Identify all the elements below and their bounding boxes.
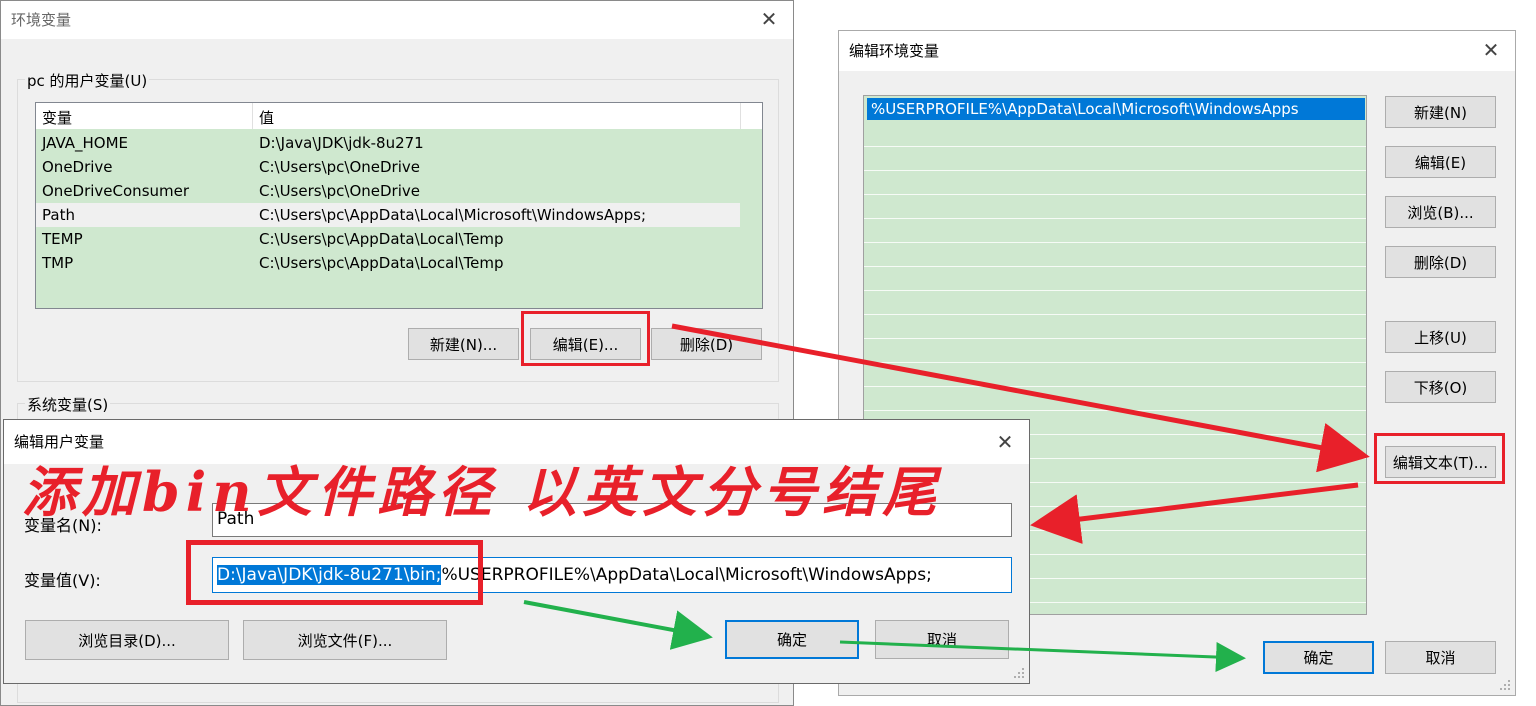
empty-row-divider [864, 242, 1366, 243]
row-value: C:\Users\pc\AppData\Local\Temp [259, 230, 504, 248]
highlight-edit-button [521, 311, 650, 366]
table-row[interactable]: TEMP C:\Users\pc\AppData\Local\Temp [36, 227, 762, 251]
column-header-name[interactable]: 变量 [42, 107, 72, 128]
row-name: OneDriveConsumer [42, 182, 190, 200]
row-name: TEMP [42, 230, 83, 248]
move-up-button[interactable]: 上移(U) [1385, 321, 1496, 353]
empty-row-divider [864, 362, 1366, 363]
new-entry-button[interactable]: 新建(N) [1385, 96, 1496, 128]
row-name: TMP [42, 254, 74, 272]
column-header-value[interactable]: 值 [259, 107, 274, 128]
highlight-edit-text-button [1374, 433, 1505, 484]
row-name: JAVA_HOME [42, 134, 129, 152]
table-row[interactable]: OneDriveConsumer C:\Users\pc\OneDrive [36, 179, 762, 203]
resize-grip-icon[interactable] [1013, 667, 1025, 679]
var-value-rest-text: %USERPROFILE%\AppData\Local\Microsoft\Wi… [441, 565, 932, 585]
edit-env-var-titlebar: 编辑环境变量 [839, 31, 1515, 71]
row-value: C:\Users\pc\OneDrive [259, 158, 420, 176]
delete-entry-button[interactable]: 删除(D) [1385, 246, 1496, 278]
close-icon[interactable]: ✕ [759, 9, 779, 29]
table-header: 变量 值 [36, 103, 762, 129]
cancel-button[interactable]: 取消 [875, 620, 1009, 659]
row-name: OneDrive [42, 158, 113, 176]
env-vars-titlebar: 环境变量 [1, 1, 793, 39]
row-name: Path [42, 206, 75, 224]
empty-row-divider [864, 218, 1366, 219]
table-row[interactable]: JAVA_HOME D:\Java\JDK\jdk-8u271 [36, 131, 762, 155]
ok-button[interactable]: 确定 [725, 620, 859, 659]
browse-file-button[interactable]: 浏览文件(F)... [243, 620, 447, 660]
close-icon[interactable]: ✕ [995, 432, 1015, 452]
path-entry-selected[interactable]: %USERPROFILE%\AppData\Local\Microsoft\Wi… [867, 98, 1365, 120]
user-vars-group-label: pc 的用户变量(U) [25, 70, 150, 91]
row-value: C:\Users\pc\OneDrive [259, 182, 420, 200]
env-vars-title: 环境变量 [11, 11, 72, 29]
browse-directory-button[interactable]: 浏览目录(D)... [25, 620, 229, 660]
empty-row-divider [864, 338, 1366, 339]
empty-row-divider [864, 170, 1366, 171]
edit-entry-button[interactable]: 编辑(E) [1385, 146, 1496, 178]
cancel-button[interactable]: 取消 [1385, 641, 1496, 674]
highlight-bin-path [186, 540, 483, 605]
table-row[interactable]: OneDrive C:\Users\pc\OneDrive [36, 155, 762, 179]
move-down-button[interactable]: 下移(O) [1385, 371, 1496, 403]
browse-entry-button[interactable]: 浏览(B)... [1385, 196, 1496, 228]
row-value: C:\Users\pc\AppData\Local\Temp [259, 254, 504, 272]
user-vars-table[interactable]: 变量 值 JAVA_HOME D:\Java\JDK\jdk-8u271 One… [35, 102, 763, 309]
resize-grip-icon[interactable] [1499, 679, 1511, 691]
empty-row-divider [864, 410, 1366, 411]
new-user-var-button[interactable]: 新建(N)... [408, 328, 519, 360]
empty-row-divider [864, 266, 1366, 267]
system-vars-group-label: 系统变量(S) [25, 394, 111, 415]
path-entry-text: %USERPROFILE%\AppData\Local\Microsoft\Wi… [871, 100, 1299, 118]
ok-button[interactable]: 确定 [1263, 641, 1374, 674]
empty-row-divider [864, 314, 1366, 315]
empty-row-divider [864, 146, 1366, 147]
table-row-selected[interactable]: Path C:\Users\pc\AppData\Local\Microsoft… [36, 203, 740, 227]
row-value: C:\Users\pc\AppData\Local\Microsoft\Wind… [259, 206, 647, 224]
empty-row-divider [864, 194, 1366, 195]
empty-row-divider [864, 290, 1366, 291]
row-value: D:\Java\JDK\jdk-8u271 [259, 134, 424, 152]
annotation-caption: 添加bin文件路径 以英文分号结尾 [22, 460, 943, 524]
edit-env-var-title: 编辑环境变量 [849, 42, 940, 60]
var-value-label: 变量值(V): [24, 571, 101, 590]
table-row[interactable]: TMP C:\Users\pc\AppData\Local\Temp [36, 251, 762, 275]
delete-user-var-button[interactable]: 删除(D) [651, 328, 762, 360]
empty-row-divider [864, 386, 1366, 387]
close-icon[interactable]: ✕ [1481, 40, 1501, 60]
